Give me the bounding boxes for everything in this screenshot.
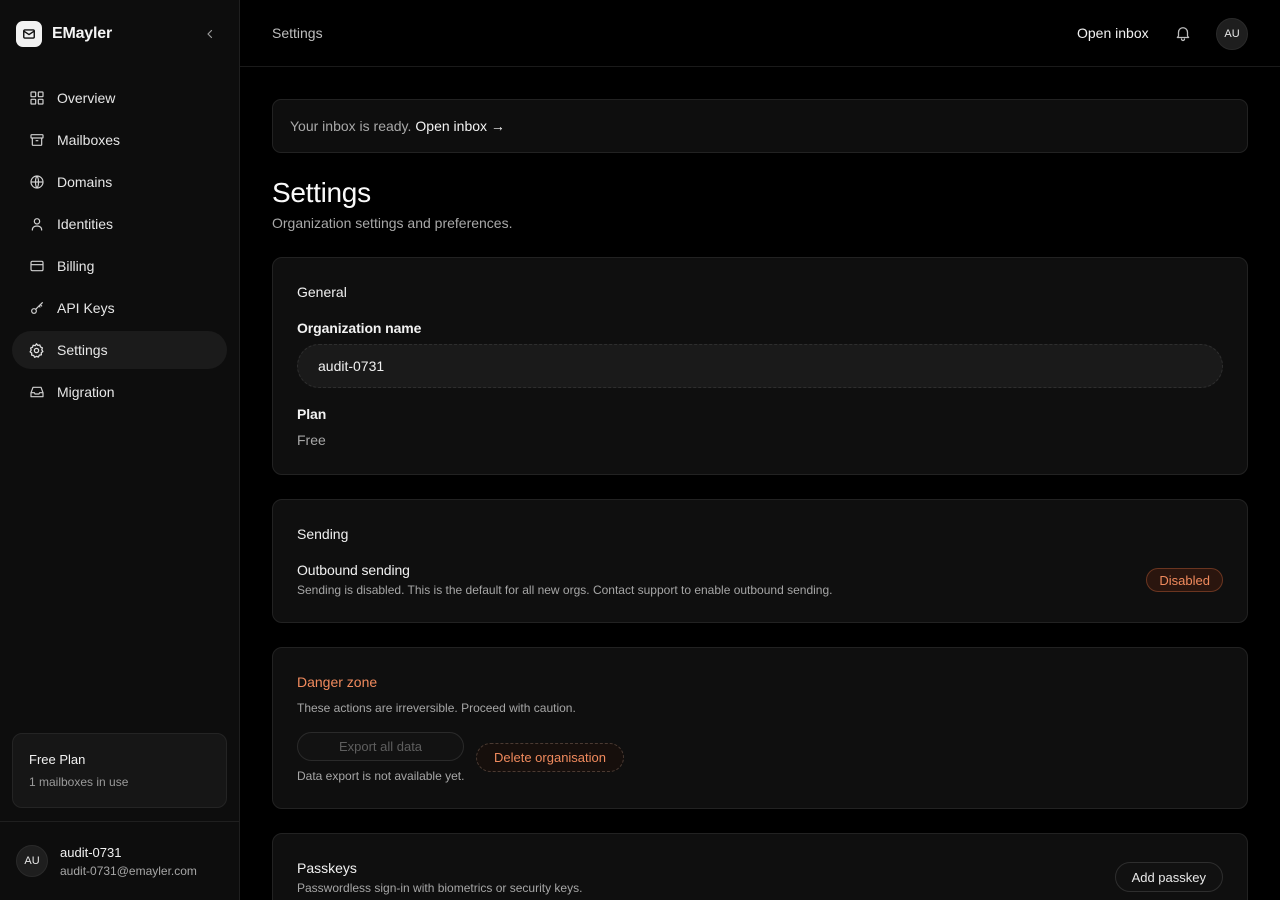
sidebar-item-api-keys[interactable]: API Keys — [12, 289, 227, 327]
plan-title: Free Plan — [29, 752, 86, 767]
sidebar-nav: Overview Mailboxes Domains Identities Bi… — [12, 79, 227, 415]
outbound-desc: Sending is disabled. This is the default… — [297, 583, 833, 597]
sidebar-item-settings[interactable]: Settings — [12, 331, 227, 369]
export-note: Data export is not available yet. — [297, 769, 465, 783]
bell-icon[interactable] — [1174, 24, 1192, 42]
sidebar-item-label: Overview — [57, 90, 116, 106]
sidebar-item-overview[interactable]: Overview — [12, 79, 227, 117]
app-name: EMayler — [52, 25, 112, 42]
page-title: Settings — [272, 177, 371, 208]
sidebar-item-domains[interactable]: Domains — [12, 163, 227, 201]
outbound-label: Outbound sending — [297, 562, 410, 578]
general-card: General Organization name Plan Free — [272, 257, 1248, 475]
key-icon — [28, 300, 45, 317]
globe-icon — [28, 174, 45, 191]
card-title: Sending — [297, 526, 349, 542]
page-subtitle: Organization settings and preferences. — [272, 215, 513, 231]
sidebar-item-label: API Keys — [57, 300, 115, 316]
sidebar-item-mailboxes[interactable]: Mailboxes — [12, 121, 227, 159]
banner-text: Your inbox is ready. — [290, 118, 412, 134]
user-icon — [28, 216, 45, 233]
plan-card[interactable]: Free Plan 1 mailboxes in use — [12, 733, 227, 808]
card-title: General — [297, 284, 347, 300]
user-account[interactable]: AU audit-0731 audit-0731@emayler.com — [0, 821, 239, 900]
inbox-icon — [28, 384, 45, 401]
sidebar-item-label: Domains — [57, 174, 113, 190]
sidebar: EMayler Overview Mailboxes Domains Ident… — [0, 0, 240, 900]
sidebar-item-migration[interactable]: Migration — [12, 373, 227, 411]
collapse-sidebar-icon[interactable] — [202, 26, 218, 42]
archive-icon — [28, 132, 45, 149]
org-name-label: Organization name — [297, 320, 422, 336]
sending-card: Sending Outbound sending Sending is disa… — [272, 499, 1248, 623]
header-avatar[interactable]: AU — [1216, 18, 1248, 50]
topbar: Settings Open inbox AU — [240, 0, 1280, 67]
banner-open-inbox-link[interactable]: Open inbox → — [415, 118, 505, 134]
plan-usage: 1 mailboxes in use — [29, 775, 129, 789]
sidebar-item-billing[interactable]: Billing — [12, 247, 227, 285]
open-inbox-link[interactable]: Open inbox — [1077, 25, 1149, 41]
credit-card-icon — [28, 258, 45, 275]
inbox-ready-banner: Your inbox is ready. Open inbox → — [272, 99, 1248, 153]
gear-icon — [28, 342, 45, 359]
avatar: AU — [16, 845, 48, 877]
sidebar-item-label: Settings — [57, 342, 108, 358]
main-content: Your inbox is ready. Open inbox → Settin… — [272, 99, 1248, 900]
brand: EMayler — [16, 20, 224, 48]
card-title: Passkeys — [297, 860, 357, 876]
passkeys-desc: Passwordless sign-in with biometrics or … — [297, 881, 583, 895]
mail-icon — [16, 21, 42, 47]
danger-zone-title: Danger zone — [297, 674, 378, 690]
danger-zone-desc: These actions are irreversible. Proceed … — [297, 701, 576, 715]
sidebar-item-identities[interactable]: Identities — [12, 205, 227, 243]
passkeys-card: Passkeys Passwordless sign-in with biome… — [272, 833, 1248, 900]
plan-label: Plan — [297, 406, 327, 422]
user-email: audit-0731@emayler.com — [60, 863, 197, 878]
breadcrumb: Settings — [272, 25, 323, 41]
user-name: audit-0731 — [60, 844, 122, 860]
grid-icon — [28, 90, 45, 107]
sidebar-item-label: Billing — [57, 258, 95, 274]
add-passkey-button[interactable]: Add passkey — [1114, 862, 1223, 892]
sidebar-item-label: Identities — [57, 216, 114, 232]
sidebar-item-label: Migration — [57, 384, 115, 400]
export-data-button[interactable]: Export all data — [297, 732, 464, 761]
org-name-input[interactable] — [297, 344, 1223, 388]
danger-zone-card: Danger zone These actions are irreversib… — [272, 647, 1248, 809]
status-badge: Disabled — [1146, 568, 1223, 592]
delete-organisation-button[interactable]: Delete organisation — [476, 743, 624, 772]
plan-value: Free — [297, 432, 326, 448]
sidebar-item-label: Mailboxes — [57, 132, 121, 148]
